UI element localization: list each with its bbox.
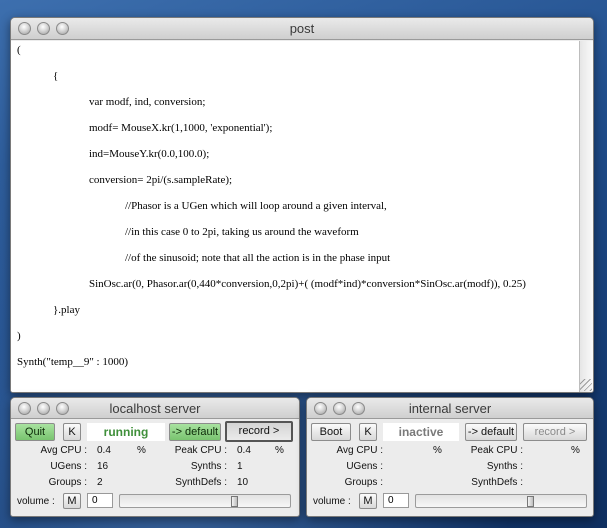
peak-cpu-percent: % [275,445,284,456]
volume-slider[interactable] [119,494,291,508]
code-line: ( [17,44,21,56]
code-line: conversion= 2pi/(s.sampleRate); [89,174,233,186]
groups-label: Groups : [344,477,383,488]
volume-number-box[interactable]: 0 [383,493,409,508]
server-status: running [87,423,165,441]
synthdefs-value: 10 [237,477,249,488]
default-button[interactable]: -> default [465,423,517,441]
synths-label: Synths : [486,461,523,472]
code-line: }.play [53,304,80,316]
code-line: ind=MouseY.kr(0.0,100.0); [89,148,210,160]
post-text-area[interactable]: ( { var modf, ind, conversion; modf= Mou… [11,41,580,392]
localhost-server-window: localhost server Quit K running -> defau… [10,397,300,517]
synths-value: 1 [237,461,243,472]
kill-button[interactable]: K [63,423,81,441]
record-button[interactable]: record > [225,421,293,442]
post-window-title: post [289,21,315,36]
localhost-titlebar[interactable]: localhost server [11,398,299,419]
volume-number-box[interactable]: 0 [87,493,113,508]
groups-value: 2 [97,477,103,488]
internal-title: internal server [408,401,492,416]
mute-button[interactable]: M [359,493,377,509]
volume-slider-thumb[interactable] [527,496,534,507]
volume-label: volume : [313,496,351,507]
output-line: Synth("temp__9" : 1000) [17,356,129,368]
quit-button[interactable]: Quit [15,423,55,441]
synthdefs-label: SynthDefs : [175,477,227,488]
resize-grip-icon[interactable] [580,379,592,391]
vertical-scrollbar[interactable] [579,41,593,392]
peak-cpu-label: Peak CPU : [470,445,523,456]
post-window: post ( { var modf, ind, conversion; modf… [10,17,594,393]
groups-label: Groups : [48,477,87,488]
server-status: inactive [383,423,459,441]
peak-cpu-label: Peak CPU : [174,445,227,456]
ugens-label: UGens : [50,461,87,472]
post-titlebar[interactable]: post [11,18,593,40]
ugens-label: UGens : [346,461,383,472]
comment-line: //of the sinusoid; note that all the act… [125,252,391,264]
code-line: var modf, ind, conversion; [89,96,206,108]
localhost-title: localhost server [109,401,201,416]
internal-titlebar[interactable]: internal server [307,398,593,419]
comment-line: //Phasor is a UGen which will loop aroun… [125,200,387,212]
ugens-value: 16 [97,461,109,472]
code-line: modf= MouseX.kr(1,1000, 'exponential'); [89,122,273,134]
volume-label: volume : [17,496,55,507]
internal-server-window: internal server Boot K inactive -> defau… [306,397,594,517]
code-line: ) [17,330,21,342]
kill-button[interactable]: K [359,423,377,441]
volume-slider-thumb[interactable] [231,496,238,507]
mute-button[interactable]: M [63,493,81,509]
synths-label: Synths : [190,461,227,472]
avg-cpu-value: 0.4 [97,445,111,456]
record-button[interactable]: record > [523,423,587,441]
volume-slider[interactable] [415,494,587,508]
peak-cpu-value: 0.4 [237,445,251,456]
avg-cpu-percent: % [433,445,442,456]
default-button[interactable]: -> default [169,423,221,441]
boot-button[interactable]: Boot [311,423,351,441]
avg-cpu-label: Avg CPU : [336,445,384,456]
code-line: SinOsc.ar(0, Phasor.ar(0,440*conversion,… [89,278,526,290]
comment-line: //in this case 0 to 2pi, taking us aroun… [125,226,359,238]
avg-cpu-label: Avg CPU : [40,445,88,456]
peak-cpu-percent: % [571,445,580,456]
avg-cpu-percent: % [137,445,146,456]
synthdefs-label: SynthDefs : [471,477,523,488]
code-line: { [53,70,59,82]
